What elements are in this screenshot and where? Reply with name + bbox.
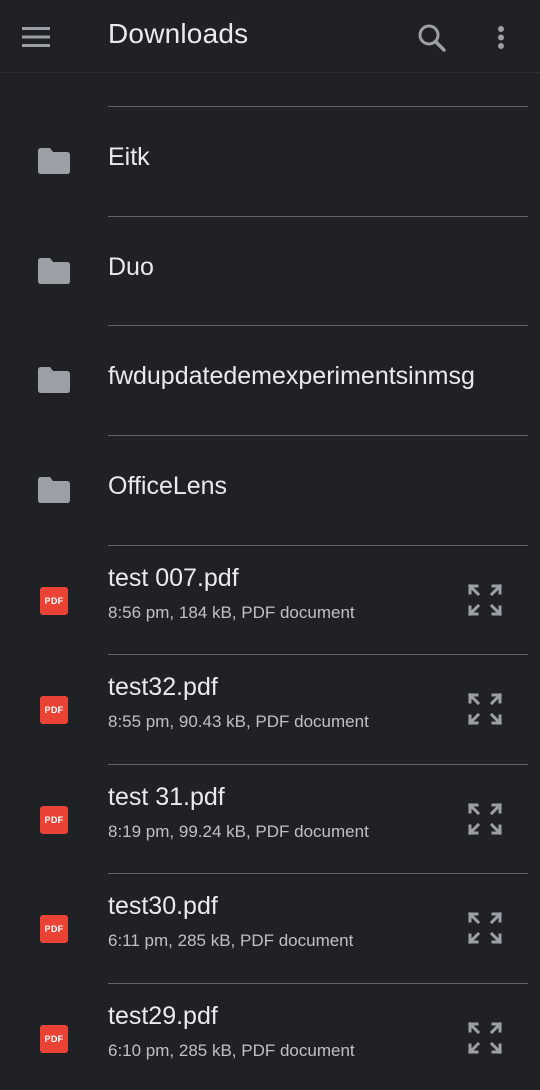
page-title: Downloads bbox=[108, 18, 249, 49]
file-name: test 31.pdf bbox=[108, 783, 225, 811]
file-row[interactable]: PDF test29.pdf 6:10 pm, 285 kB, PDF docu… bbox=[0, 984, 540, 1090]
folder-icon bbox=[38, 258, 70, 284]
open-preview-button[interactable] bbox=[462, 689, 508, 729]
open-preview-button[interactable] bbox=[462, 580, 508, 620]
folder-row[interactable]: fwdupdatedemexperimentsinmsg bbox=[0, 326, 540, 435]
folder-name: Duo bbox=[108, 253, 154, 281]
folder-row[interactable]: Duo bbox=[0, 217, 540, 326]
pdf-file-icon: PDF bbox=[40, 587, 68, 615]
open-preview-button[interactable] bbox=[462, 908, 508, 948]
file-row[interactable]: PDF test30.pdf 6:11 pm, 285 kB, PDF docu… bbox=[0, 874, 540, 983]
folder-icon bbox=[38, 367, 70, 393]
folder-icon bbox=[38, 148, 70, 174]
file-name: test32.pdf bbox=[108, 673, 218, 701]
file-details: 8:19 pm, 99.24 kB, PDF document bbox=[108, 822, 369, 841]
expand-icon bbox=[467, 911, 503, 945]
folder-name: OfficeLens bbox=[108, 472, 228, 500]
expand-icon bbox=[467, 583, 503, 617]
pdf-file-icon: PDF bbox=[40, 1025, 68, 1053]
open-preview-button[interactable] bbox=[462, 1018, 508, 1058]
app-screen: Downloads Eitk Duo fwdupdatedemexperimen… bbox=[0, 0, 540, 1090]
folder-row[interactable]: OfficeLens bbox=[0, 436, 540, 545]
folder-icon bbox=[38, 477, 70, 503]
hamburger-menu-icon bbox=[22, 27, 50, 47]
more-options-button[interactable] bbox=[484, 18, 518, 58]
search-icon bbox=[418, 24, 446, 52]
file-name: test29.pdf bbox=[108, 1002, 218, 1030]
menu-button[interactable] bbox=[22, 22, 62, 52]
open-preview-button[interactable] bbox=[462, 799, 508, 839]
file-row[interactable]: PDF test 007.pdf 8:56 pm, 184 kB, PDF do… bbox=[0, 546, 540, 655]
pdf-file-icon: PDF bbox=[40, 696, 68, 724]
file-name: test 007.pdf bbox=[108, 564, 239, 592]
pdf-file-icon: PDF bbox=[40, 806, 68, 834]
more-vert-icon bbox=[498, 26, 504, 49]
expand-icon bbox=[467, 802, 503, 836]
file-details: 6:11 pm, 285 kB, PDF document bbox=[108, 931, 354, 950]
file-name: test30.pdf bbox=[108, 892, 218, 920]
folder-row[interactable]: Eitk bbox=[0, 107, 540, 216]
file-details: 6:10 pm, 285 kB, PDF document bbox=[108, 1041, 355, 1060]
top-app-bar: Downloads bbox=[0, 0, 540, 73]
file-row[interactable]: PDF test 31.pdf 8:19 pm, 99.24 kB, PDF d… bbox=[0, 765, 540, 874]
file-details: 8:55 pm, 90.43 kB, PDF document bbox=[108, 712, 369, 731]
file-details: 8:56 pm, 184 kB, PDF document bbox=[108, 603, 355, 622]
expand-icon bbox=[467, 1021, 503, 1055]
expand-icon bbox=[467, 692, 503, 726]
folder-name: fwdupdatedemexperimentsinmsg bbox=[108, 362, 475, 390]
file-row[interactable]: PDF test32.pdf 8:55 pm, 90.43 kB, PDF do… bbox=[0, 655, 540, 764]
search-button[interactable] bbox=[412, 18, 452, 58]
folder-name: Eitk bbox=[108, 143, 150, 171]
pdf-file-icon: PDF bbox=[40, 915, 68, 943]
